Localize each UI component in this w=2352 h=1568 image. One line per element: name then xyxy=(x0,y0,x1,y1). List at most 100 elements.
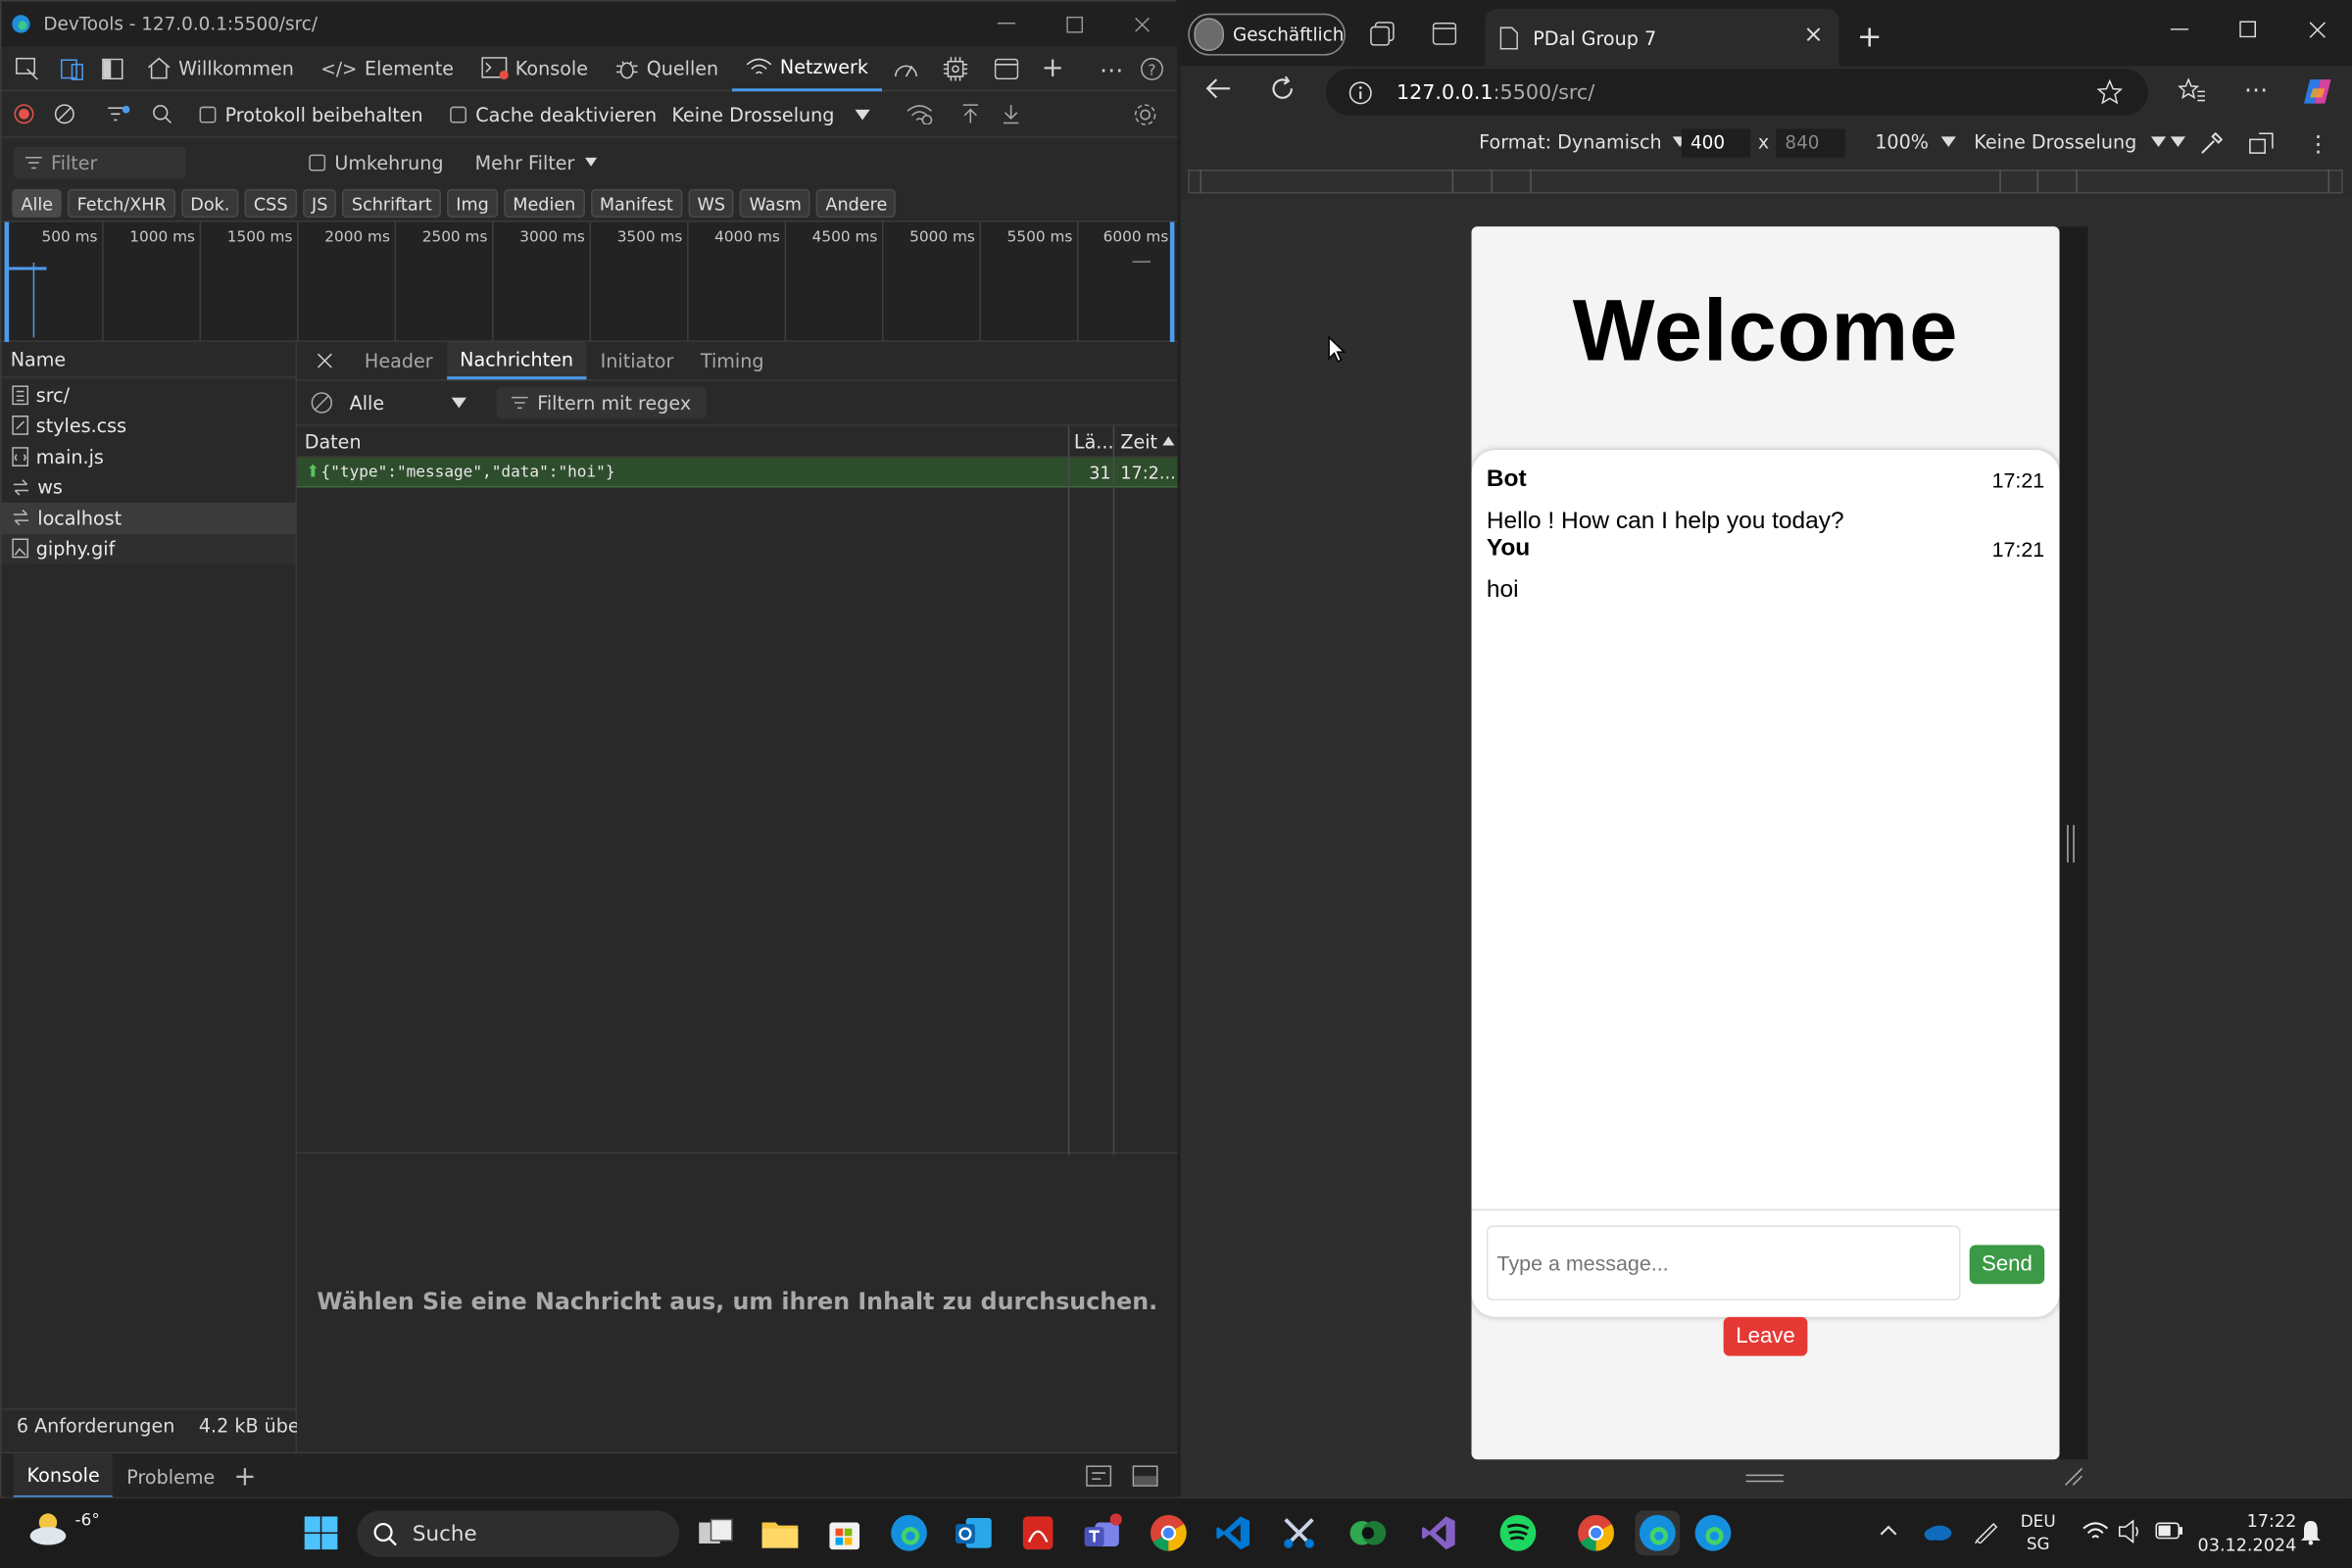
performance-icon[interactable] xyxy=(882,58,930,78)
start-windows-icon[interactable] xyxy=(299,1510,344,1555)
network-settings-gear-icon[interactable] xyxy=(1133,102,1158,127)
message-type-select[interactable]: Alle xyxy=(350,391,467,414)
favorites-icon[interactable] xyxy=(2178,77,2205,104)
tab-network[interactable]: Netzwerk xyxy=(731,46,882,91)
task-view-icon[interactable] xyxy=(693,1510,738,1555)
application-icon[interactable] xyxy=(981,57,1032,79)
type-filter-all[interactable]: Alle xyxy=(12,188,63,218)
device-format-select[interactable]: Format: Dynamisch xyxy=(1479,130,1688,153)
close-icon[interactable] xyxy=(1126,14,1156,34)
column-divider[interactable] xyxy=(1067,425,1070,1155)
type-filter-fetch-xhr[interactable]: Fetch/XHR xyxy=(68,188,175,218)
tab-header[interactable]: Header xyxy=(351,342,446,379)
dock-side-icon[interactable] xyxy=(91,57,133,79)
record-stop-icon[interactable] xyxy=(2,104,47,124)
maximize-icon[interactable] xyxy=(1059,14,1090,34)
type-filter-doc[interactable]: Dok. xyxy=(181,188,239,218)
copilot-icon[interactable] xyxy=(2301,75,2334,109)
disable-cache-option[interactable]: Cache deaktivieren xyxy=(450,103,657,125)
inspect-element-icon[interactable] xyxy=(2,56,53,79)
type-filter-img[interactable]: Img xyxy=(447,188,498,218)
type-filter-wasm[interactable]: Wasm xyxy=(740,188,811,218)
pen-icon[interactable] xyxy=(1974,1518,1999,1544)
close-detail-icon[interactable] xyxy=(297,353,351,369)
edge-browser-icon[interactable] xyxy=(1690,1510,1736,1555)
rotate-device-icon[interactable] xyxy=(2248,132,2276,155)
favorite-star-icon[interactable] xyxy=(2096,79,2123,105)
invert-checkbox[interactable] xyxy=(309,153,326,171)
eyedropper-icon[interactable] xyxy=(2199,130,2225,156)
quick-source-icon[interactable] xyxy=(1086,1465,1112,1487)
close-tab-icon[interactable] xyxy=(1806,27,1821,42)
type-filter-css[interactable]: CSS xyxy=(244,188,297,218)
device-more-icon[interactable]: ⋮ xyxy=(2307,130,2329,158)
tab-elements[interactable]: </> Elemente xyxy=(308,46,467,91)
snipping-tool-icon[interactable] xyxy=(1277,1510,1322,1555)
memory-chip-icon[interactable] xyxy=(930,56,981,80)
name-column-header[interactable]: Name xyxy=(1,342,296,378)
input-language[interactable]: DEU SG xyxy=(2021,1510,2056,1555)
type-filter-manifest[interactable]: Manifest xyxy=(590,188,683,218)
export-har-icon[interactable] xyxy=(994,104,1030,124)
vscode-icon[interactable] xyxy=(1210,1510,1255,1555)
request-row[interactable]: giphy.gif xyxy=(1,533,296,564)
microsoft-store-icon[interactable] xyxy=(822,1510,867,1555)
weather-widget[interactable]: -6° xyxy=(27,1507,100,1549)
profile-button[interactable]: Geschäftlich xyxy=(1188,13,1346,56)
add-drawer-tab-icon[interactable]: + xyxy=(228,1460,262,1492)
tab-actions-icon[interactable] xyxy=(1432,22,1457,45)
system-clock[interactable]: 17:22 03.12.2024 xyxy=(2194,1509,2297,1557)
clear-icon[interactable] xyxy=(46,104,82,124)
request-row[interactable]: ws xyxy=(2,471,296,502)
edge-devtools-taskbar-icon[interactable] xyxy=(1635,1510,1681,1556)
tab-initiator[interactable]: Initiator xyxy=(587,342,687,379)
reload-icon[interactable] xyxy=(1270,76,1296,102)
teams-icon[interactable] xyxy=(1080,1510,1125,1555)
zoom-select[interactable]: 100% xyxy=(1875,130,1956,153)
preserve-log-option[interactable]: Protokoll beibehalten xyxy=(199,103,423,125)
send-button[interactable]: Send xyxy=(1969,1245,2045,1285)
disable-cache-checkbox[interactable] xyxy=(450,105,467,122)
teams-personal-icon[interactable] xyxy=(1346,1510,1391,1555)
request-row[interactable]: main.js xyxy=(2,441,296,471)
acrobat-icon[interactable] xyxy=(1015,1510,1060,1555)
regex-filter-input[interactable]: Filtern mit regex xyxy=(496,386,707,419)
add-tool-icon[interactable]: + xyxy=(1032,53,1074,84)
device-throttle-select[interactable]: Keine Drosselung xyxy=(1974,130,2167,153)
leave-button[interactable]: Leave xyxy=(1723,1316,1808,1356)
new-tab-icon[interactable]: + xyxy=(1857,18,1883,54)
resize-corner-icon[interactable] xyxy=(2064,1467,2083,1487)
length-column-header[interactable]: Lä... xyxy=(1074,430,1114,453)
column-divider[interactable] xyxy=(1112,425,1115,1155)
notification-bell-icon[interactable] xyxy=(2299,1519,2322,1545)
dock-drawer-icon[interactable] xyxy=(1132,1465,1158,1487)
resize-handle-right[interactable] xyxy=(2067,824,2075,863)
request-row[interactable]: src/ xyxy=(2,379,296,410)
overview-selection-handle-right[interactable] xyxy=(1169,221,1175,342)
message-input[interactable] xyxy=(1486,1225,1961,1301)
chrome-icon[interactable] xyxy=(1574,1510,1619,1555)
close-icon[interactable] xyxy=(2309,21,2327,38)
search-icon[interactable] xyxy=(145,104,178,124)
type-filter-ws[interactable]: WS xyxy=(688,188,735,218)
tab-console[interactable]: Konsole xyxy=(467,46,602,91)
site-info-icon[interactable] xyxy=(1348,80,1372,104)
tab-welcome[interactable]: Willkommen xyxy=(133,46,307,91)
wifi-icon[interactable] xyxy=(2082,1521,2109,1542)
maximize-icon[interactable] xyxy=(2239,21,2257,38)
tab-messages[interactable]: Nachrichten xyxy=(446,341,587,380)
network-overview-timeline[interactable]: 500 ms 1000 ms 1500 ms 2000 ms 2500 ms 3… xyxy=(1,221,1178,342)
chrome-icon[interactable] xyxy=(1146,1510,1191,1555)
type-filter-other[interactable]: Andere xyxy=(816,188,897,218)
viewport-height-input[interactable]: 840 xyxy=(1776,128,1845,158)
settings-more-icon[interactable]: ⋯ xyxy=(2244,75,2268,104)
help-icon[interactable]: ? xyxy=(1140,57,1163,80)
media-query-ruler[interactable] xyxy=(1180,165,2352,199)
invert-option[interactable]: Umkehrung xyxy=(309,151,444,173)
save-data-dropdown-icon[interactable] xyxy=(2170,136,2186,147)
more-filters-dropdown[interactable]: Mehr Filter xyxy=(475,151,598,173)
more-options-icon[interactable]: ⋯ xyxy=(1100,56,1123,84)
filter-settings-icon[interactable] xyxy=(91,104,145,124)
drawer-tab-issues[interactable]: Probleme xyxy=(114,1465,229,1488)
message-row[interactable]: ⬆ {"type":"message","data":"hoi"} 31 17:… xyxy=(297,457,1178,488)
